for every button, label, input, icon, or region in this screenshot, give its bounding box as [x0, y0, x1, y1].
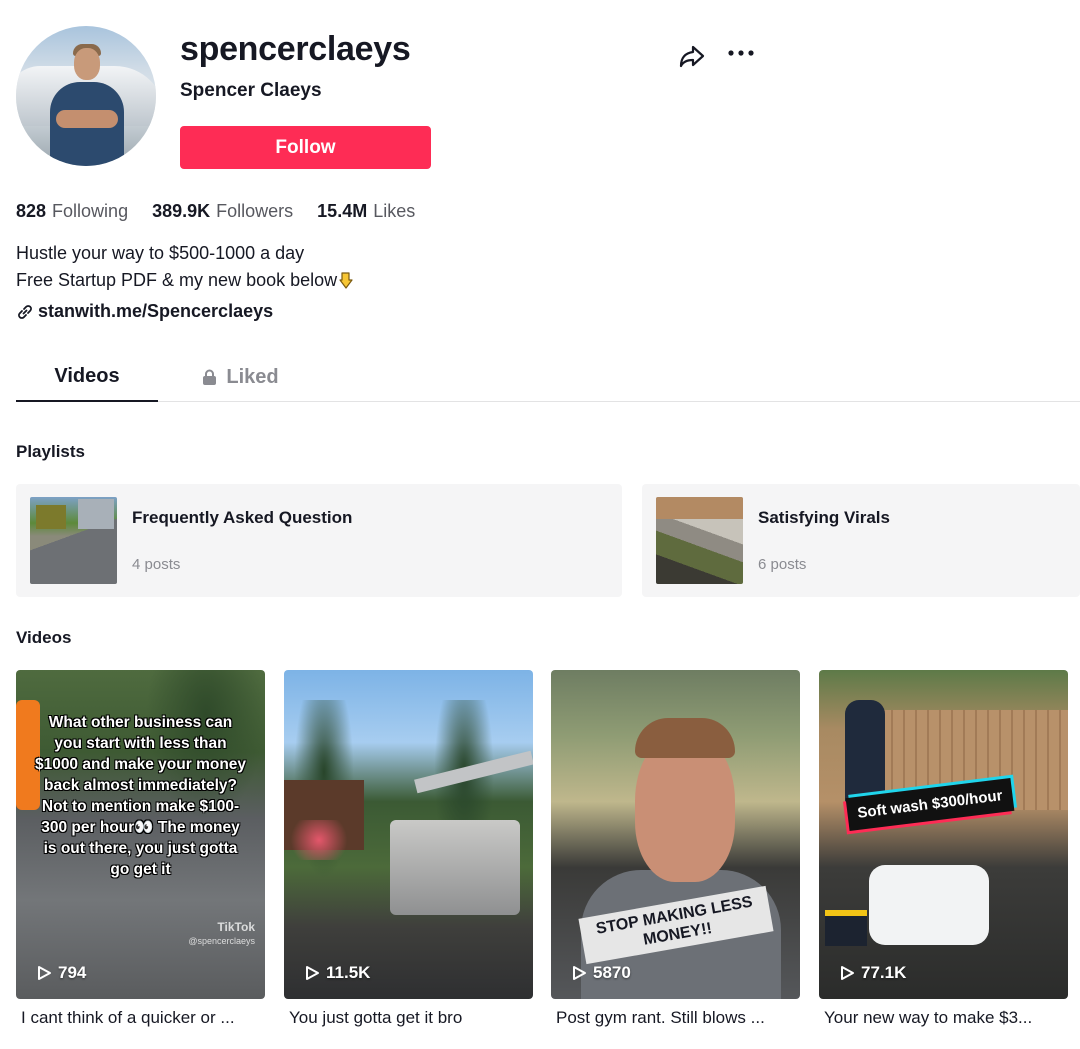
- view-count: 77.1K: [839, 963, 906, 983]
- followers-count: 389.9K: [152, 201, 211, 221]
- likes-count: 15.4M: [317, 201, 368, 221]
- play-icon: [304, 965, 320, 981]
- profile-stats: 828 Following 389.9K Followers 15.4M Likes: [16, 201, 415, 222]
- profile-link-text: stanwith.me/Spencerclaeys: [38, 301, 274, 321]
- playlists-heading: Playlists: [16, 442, 85, 461]
- tab-videos-label: Videos: [54, 364, 120, 387]
- avatar-figure-head: [74, 48, 100, 80]
- video-thumbnail-hair: [635, 718, 735, 758]
- following-label: Following: [52, 201, 129, 221]
- video-caption[interactable]: You just gotta get it bro: [289, 1008, 462, 1028]
- playlist-card[interactable]: Frequently Asked Question 4 posts: [16, 484, 622, 597]
- playlist-name: Satisfying Virals: [758, 508, 890, 527]
- play-icon: [36, 965, 52, 981]
- video-card[interactable]: STOP MAKING LESS MONEY!! 5870: [551, 670, 800, 999]
- lock-icon: [201, 368, 218, 386]
- following-stat[interactable]: 828 Following: [16, 201, 128, 222]
- thumbnail-house: [36, 505, 66, 529]
- profile-avatar[interactable]: [16, 26, 156, 166]
- bio-line-1: Hustle your way to $500-1000 a day: [16, 243, 305, 263]
- tiktok-watermark: TikTok @spencerclaeys: [188, 920, 255, 948]
- link-icon: [16, 303, 34, 321]
- view-count-value: 77.1K: [861, 963, 907, 982]
- video-card[interactable]: Soft wash $300/hour 77.1K: [819, 670, 1068, 999]
- video-card[interactable]: 11.5K: [284, 670, 533, 999]
- video-thumbnail-truck: [390, 820, 520, 915]
- video-caption[interactable]: Your new way to make $3...: [824, 1008, 1032, 1028]
- video-card[interactable]: What other business can you start with l…: [16, 670, 265, 999]
- video-caption[interactable]: I cant think of a quicker or ...: [21, 1008, 235, 1028]
- view-count-value: 794: [58, 963, 87, 982]
- tab-videos[interactable]: Videos: [16, 352, 158, 402]
- tab-liked-label: Liked: [226, 365, 279, 388]
- follow-button[interactable]: Follow: [180, 126, 431, 169]
- profile-username: spencerclaeys: [180, 30, 411, 68]
- bio-line-2: Free Startup PDF & my new book below: [16, 270, 338, 290]
- video-thumbnail-tank: [869, 865, 989, 945]
- playlist-name: Frequently Asked Question: [132, 508, 353, 527]
- thumbnail-deck: [656, 497, 743, 519]
- thumbnail-house: [78, 499, 114, 529]
- more-icon[interactable]: [724, 40, 758, 66]
- playlist-thumbnail: [656, 497, 743, 584]
- video-thumbnail-flowers: [284, 820, 354, 860]
- avatar-figure-arms: [56, 110, 118, 128]
- likes-stat: 15.4M Likes: [317, 201, 415, 222]
- pointing-down-icon: [337, 270, 355, 289]
- followers-label: Followers: [216, 201, 294, 221]
- view-count: 11.5K: [304, 963, 370, 983]
- likes-label: Likes: [373, 201, 416, 221]
- playlist-post-count: 6 posts: [758, 556, 807, 573]
- profile-bio: Hustle your way to $500-1000 a day Free …: [16, 240, 355, 294]
- playlist-post-count: 4 posts: [132, 556, 181, 573]
- view-count: 794: [36, 963, 86, 983]
- watermark-handle: @spencerclaeys: [188, 936, 255, 946]
- profile-link[interactable]: stanwith.me/Spencerclaeys: [16, 301, 273, 322]
- playlist-card[interactable]: Satisfying Virals 6 posts: [642, 484, 1080, 597]
- tab-liked[interactable]: Liked: [158, 352, 322, 402]
- video-caption[interactable]: Post gym rant. Still blows ...: [556, 1008, 765, 1028]
- play-icon: [839, 965, 855, 981]
- videos-heading: Videos: [16, 628, 72, 647]
- share-icon[interactable]: [678, 42, 706, 70]
- view-count-value: 11.5K: [326, 963, 371, 982]
- profile-tabs: Videos Liked: [16, 352, 1080, 402]
- profile-nickname: Spencer Claeys: [180, 80, 322, 101]
- video-thumbnail-battery: [825, 910, 867, 946]
- view-count: 5870: [571, 963, 631, 983]
- bio-line-2-wrap: Free Startup PDF & my new book below: [16, 267, 355, 294]
- playlist-thumbnail: [30, 497, 117, 584]
- watermark-logo-text: TikTok: [217, 920, 255, 934]
- following-count: 828: [16, 201, 47, 221]
- followers-stat[interactable]: 389.9K Followers: [152, 201, 293, 222]
- video-overlay-text: What other business can you start with l…: [34, 714, 247, 878]
- play-icon: [571, 965, 587, 981]
- view-count-value: 5870: [593, 963, 631, 982]
